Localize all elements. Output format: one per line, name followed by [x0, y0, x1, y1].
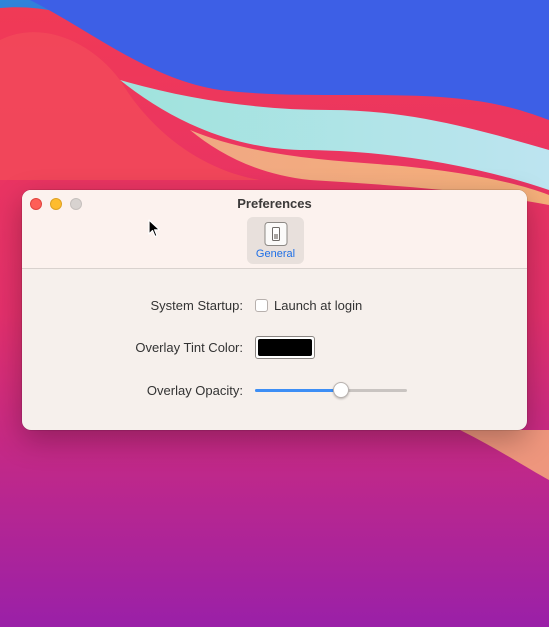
system-startup-row: System Startup: Launch at login [22, 293, 527, 317]
switch-icon [264, 222, 287, 246]
slider-fill [255, 389, 341, 392]
title-bar: Preferences General [22, 190, 527, 269]
overlay-tint-row: Overlay Tint Color: [22, 335, 527, 359]
overlay-tint-color-well[interactable] [255, 335, 315, 359]
overlay-tint-control [255, 335, 315, 359]
tint-color-swatch [258, 338, 312, 356]
launch-at-login-control[interactable]: Launch at login [255, 298, 362, 313]
settings-form: System Startup: Launch at login Overlay … [22, 268, 527, 430]
overlay-opacity-row: Overlay Opacity: [22, 378, 527, 402]
window-title: Preferences [237, 196, 312, 211]
launch-at-login-label[interactable]: Launch at login [274, 298, 362, 313]
overlay-opacity-label: Overlay Opacity: [146, 382, 243, 398]
tab-general[interactable]: General [247, 217, 304, 264]
launch-at-login-checkbox[interactable] [255, 298, 268, 312]
mouse-cursor-icon [148, 219, 161, 238]
slider-thumb[interactable] [332, 382, 349, 398]
overlay-tint-label: Overlay Tint Color: [135, 339, 243, 355]
system-startup-label: System Startup: [150, 297, 243, 313]
overlay-opacity-slider[interactable] [255, 380, 407, 400]
overlay-opacity-control [255, 380, 407, 400]
preferences-window: Preferences General System Startup: Laun… [22, 190, 527, 430]
tab-general-label: General [255, 248, 296, 260]
